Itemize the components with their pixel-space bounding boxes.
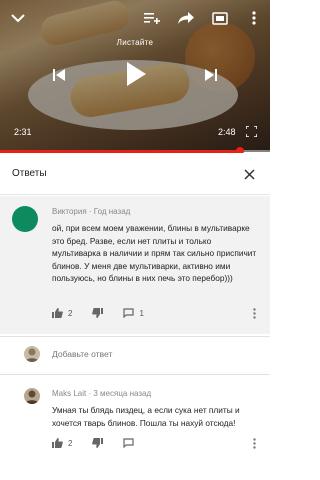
share-icon[interactable] [176,8,196,28]
comment-icon [123,438,135,448]
swipe-hint: Листайте [116,38,154,47]
close-icon[interactable] [238,163,260,185]
previous-icon[interactable] [48,64,70,86]
dislike-button[interactable] [92,308,104,318]
dislike-button[interactable] [92,438,104,448]
reply-time: 3 месяца назад [93,389,152,398]
comment-icon [123,308,135,318]
add-reply-field[interactable]: Добавьте ответ [0,340,270,370]
comment-actions: 2 1 [52,308,144,318]
like-count: 2 [68,308,73,318]
parent-comment: Виктория · Год назад ой, при всем моем у… [0,196,270,334]
replies-button[interactable]: 1 [123,308,144,318]
reply-more-icon[interactable] [246,434,262,452]
play-icon[interactable] [120,58,152,90]
like-button[interactable]: 2 [52,438,72,448]
current-time: 2:31 [14,127,32,137]
add-to-playlist-icon[interactable] [142,8,162,28]
avatar[interactable] [12,206,38,232]
collapse-chevron-icon[interactable] [8,8,28,28]
fullscreen-icon[interactable] [244,124,258,138]
comment-time: Год назад [93,207,131,216]
cast-icon[interactable] [210,8,230,28]
comment-meta: Виктория · Год назад [52,207,130,216]
next-icon[interactable] [200,64,222,86]
divider [0,374,270,375]
like-count: 2 [68,438,73,448]
thumbs-down-icon [92,438,104,448]
divider [0,336,270,337]
add-reply-placeholder: Добавьте ответ [52,349,113,359]
replies-header: Ответы [0,153,270,195]
current-user-avatar [24,346,40,362]
like-button[interactable]: 2 [52,308,72,318]
thumbs-up-icon [52,438,63,448]
reply-actions: 2 [52,438,135,448]
reply-button[interactable] [123,438,135,448]
comment-author[interactable]: Виктория [52,207,87,216]
comment-text: ой, при всем моем уважении, блины в муль… [52,223,257,284]
replies-title: Ответы [12,168,47,179]
reply-meta: Maks Lait · 3 месяца назад [52,389,151,398]
reply-author[interactable]: Maks Lait [52,389,86,398]
video-player[interactable]: Листайте 2:31 2:48 [0,0,270,152]
thumbs-down-icon [92,308,104,318]
comment-more-icon[interactable] [246,304,262,322]
avatar[interactable] [24,388,40,404]
thumbs-up-icon [52,308,63,318]
more-vert-icon[interactable] [246,8,262,28]
duration: 2:48 [218,127,236,137]
reply-comment: Maks Lait · 3 месяца назад Умная ты бляд… [0,378,270,480]
reply-text: Умная ты блядь пиздец, а если сука нет п… [52,405,240,428]
reply-count: 1 [139,308,144,318]
